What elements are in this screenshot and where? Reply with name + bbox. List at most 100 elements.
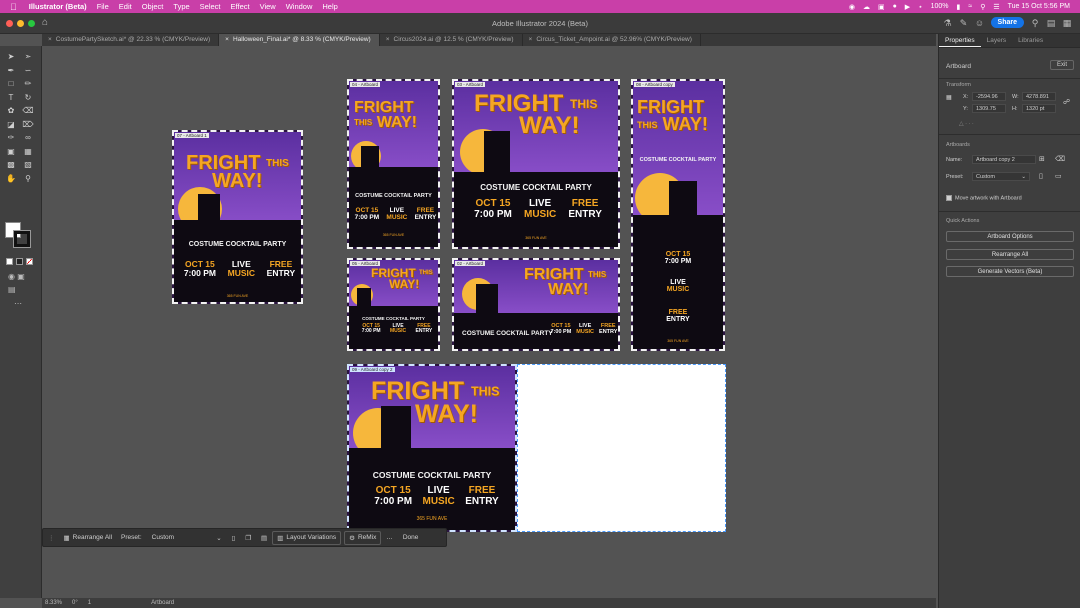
close-tab-icon[interactable]: × bbox=[386, 36, 390, 43]
play-icon[interactable]: ▶ bbox=[905, 3, 910, 11]
shape-builder-tool-icon[interactable]: ◪ bbox=[5, 120, 17, 130]
artboard-05[interactable]: 05 - Artboard FRIGHT THIS WAY! COSTUME CO… bbox=[347, 258, 440, 351]
flask-icon[interactable]: ⚗ bbox=[943, 18, 953, 28]
canvas[interactable]: 07 - Artboard 1 FRIGHT THIS WAY! COSTUME … bbox=[42, 46, 936, 598]
pen-tool-icon[interactable]: ✒ bbox=[5, 66, 17, 76]
artboard-02[interactable]: 02 - Artboard FRIGHT THIS WAY! COSTUME CO… bbox=[452, 258, 620, 351]
reference-point-icon[interactable]: ▦ bbox=[946, 94, 952, 101]
tab-costume-party-sketch[interactable]: × CostumePartySketch.ai* @ 22.33 % (CMYK/… bbox=[42, 34, 220, 46]
wifi-icon[interactable]: ≈ bbox=[968, 3, 972, 10]
rearrange-all-button[interactable]: Rearrange All bbox=[946, 249, 1074, 260]
eraser-tool-icon[interactable]: ⌫ bbox=[22, 106, 34, 116]
selection-tool-icon[interactable]: ➤ bbox=[5, 52, 17, 62]
user-icon[interactable]: ☺ bbox=[975, 18, 985, 28]
exit-button[interactable]: Exit bbox=[1049, 60, 1074, 70]
menu-file[interactable]: File bbox=[97, 2, 109, 11]
artboard-09-selected[interactable]: 09 - Artboard copy 2 FRIGHT THIS WAY! COS… bbox=[347, 364, 517, 532]
menu-help[interactable]: Help bbox=[322, 2, 337, 11]
menu-effect[interactable]: Effect bbox=[231, 2, 250, 11]
artboard-tool-icon[interactable]: ▩ bbox=[5, 160, 17, 170]
curvature-tool-icon[interactable]: ∽ bbox=[22, 66, 34, 76]
shaper-tool-icon[interactable]: ✿ bbox=[5, 106, 17, 116]
status-mode[interactable]: Artboard bbox=[151, 600, 174, 606]
rectangle-tool-icon[interactable]: □ bbox=[5, 79, 17, 89]
zoom-tool-icon[interactable]: ⚲ bbox=[22, 174, 34, 184]
menu-type[interactable]: Type bbox=[173, 2, 189, 11]
artboard-07[interactable]: 07 - Artboard 1 FRIGHT THIS WAY! COSTUME … bbox=[172, 130, 303, 304]
workspace-icon[interactable]: ▦ bbox=[1062, 18, 1072, 28]
artboard-label[interactable]: 05 - Artboard bbox=[350, 261, 381, 266]
artboard-options-icon[interactable]: ▤ bbox=[256, 534, 272, 542]
close-tab-icon[interactable]: × bbox=[225, 36, 229, 43]
rotation-value[interactable]: 0° bbox=[72, 600, 78, 606]
delete-artboard-icon[interactable]: ⌫ bbox=[1055, 155, 1065, 163]
artboard-label[interactable]: 08 - Artboard copy bbox=[634, 82, 675, 87]
menu-view[interactable]: View bbox=[260, 2, 276, 11]
preset-select[interactable]: Custom ⌄ bbox=[147, 534, 227, 542]
mesh-tool-icon[interactable]: ▦ bbox=[22, 147, 34, 157]
zoom-level[interactable]: 8.33% bbox=[45, 600, 62, 606]
gradient-tool-icon[interactable]: ▣ bbox=[5, 147, 17, 157]
y-field[interactable]: 1309.75 bbox=[972, 104, 1006, 113]
bluetooth-icon[interactable]: ⋆ bbox=[918, 3, 922, 11]
w-field[interactable]: 4278.891 bbox=[1022, 92, 1056, 101]
add-artboard-icon[interactable]: ⊞ bbox=[1039, 155, 1045, 163]
tab-halloween-final[interactable]: × Halloween_Final.ai* @ 8.33 % (CMYK/Prev… bbox=[219, 34, 380, 46]
artboard-name-field[interactable]: Artboard copy 2 bbox=[972, 155, 1036, 164]
tab-libraries[interactable]: Libraries bbox=[1012, 34, 1049, 47]
type-tool-icon[interactable]: T bbox=[5, 93, 17, 103]
x-field[interactable]: -2594.96 bbox=[972, 92, 1006, 101]
menu-object[interactable]: Object bbox=[142, 2, 164, 11]
tab-circus-ticket[interactable]: × Circus_Ticket_Ampoint.ai @ 52.96% (CMYK… bbox=[523, 34, 701, 46]
display-icon[interactable]: ▣ bbox=[878, 3, 885, 11]
swap-swatch[interactable] bbox=[16, 258, 23, 265]
none-swatch[interactable] bbox=[26, 258, 33, 265]
artboard-navigator[interactable]: 1 bbox=[88, 600, 91, 606]
eyedropper-tool-icon[interactable]: ✑ bbox=[5, 133, 17, 143]
remix-button[interactable]: ⚙ ReMix bbox=[344, 530, 382, 545]
stroke-swatch[interactable] bbox=[13, 230, 31, 248]
screen-mode-icon[interactable]: ▤ bbox=[8, 286, 28, 294]
artboard-label[interactable]: 07 - Artboard 1 bbox=[175, 133, 209, 138]
paintbrush-tool-icon[interactable]: ✏ bbox=[22, 79, 34, 89]
slice-tool-icon[interactable]: ▧ bbox=[22, 160, 34, 170]
app-menu[interactable]: Illustrator (Beta) bbox=[29, 2, 87, 11]
artboard-03[interactable]: 03 - Artboard FRIGHT THIS WAY! COSTUME CO… bbox=[452, 79, 620, 249]
menu-window[interactable]: Window bbox=[286, 2, 313, 11]
search-icon[interactable]: ⚲ bbox=[980, 3, 985, 11]
drag-handle-icon[interactable]: ⋮ bbox=[43, 534, 60, 542]
generate-vectors-button[interactable]: Generate Vectors (Beta) bbox=[946, 266, 1074, 277]
menu-edit[interactable]: Edit bbox=[119, 2, 132, 11]
orientation-portrait-icon[interactable]: ▯ bbox=[227, 534, 241, 542]
share-button[interactable]: Share bbox=[990, 17, 1024, 28]
tab-layers[interactable]: Layers bbox=[981, 34, 1013, 47]
artboard-label[interactable]: 03 - Artboard bbox=[455, 82, 486, 87]
battery-icon[interactable]: ▮ bbox=[956, 3, 960, 11]
artboard-options-button[interactable]: Artboard Options bbox=[946, 231, 1074, 242]
more-options-button[interactable]: … bbox=[381, 534, 398, 541]
portrait-icon[interactable]: ▯ bbox=[1039, 172, 1043, 180]
record-icon[interactable]: ◉ bbox=[849, 3, 855, 11]
more-tools-icon[interactable]: ⋯ bbox=[14, 300, 34, 308]
rearrange-all-button[interactable]: ▦ Rearrange All bbox=[60, 532, 117, 544]
rotate-angle-icon[interactable]: △ ∙ ∙ ∙ bbox=[959, 120, 974, 127]
hand-tool-icon[interactable]: ✋ bbox=[5, 174, 17, 184]
search-icon[interactable]: ⚲ bbox=[1030, 18, 1040, 28]
artboard-label[interactable]: 09 - Artboard copy 2 bbox=[350, 367, 395, 372]
arrange-documents-icon[interactable]: ▤ bbox=[1046, 18, 1056, 28]
artboard-08[interactable]: 08 - Artboard copy FRIGHT THIS WAY! COSTU… bbox=[631, 79, 725, 351]
comment-icon[interactable]: ✎ bbox=[959, 18, 969, 28]
tab-circus-2024[interactable]: × Circus2024.ai @ 12.5 % (CMYK/Preview) bbox=[380, 34, 523, 46]
artboard-label[interactable]: 02 - Artboard bbox=[455, 261, 486, 266]
rotate-tool-icon[interactable]: ↻ bbox=[22, 93, 34, 103]
control-center-icon[interactable]: ☰ bbox=[993, 3, 999, 11]
clock[interactable]: Tue 15 Oct 5:56 PM bbox=[1008, 3, 1070, 10]
menu-select[interactable]: Select bbox=[200, 2, 221, 11]
close-tab-icon[interactable]: × bbox=[48, 36, 52, 43]
done-button[interactable]: Done bbox=[398, 534, 424, 541]
move-artwork-checkbox[interactable]: Move artwork with Artboard bbox=[946, 195, 1022, 201]
h-field[interactable]: 1320 pt bbox=[1022, 104, 1056, 113]
spotify-icon[interactable]: ● bbox=[893, 3, 897, 10]
duplicate-artboard-icon[interactable]: ❐ bbox=[240, 534, 256, 542]
preset-select[interactable]: Custom ⌄ bbox=[972, 172, 1030, 181]
